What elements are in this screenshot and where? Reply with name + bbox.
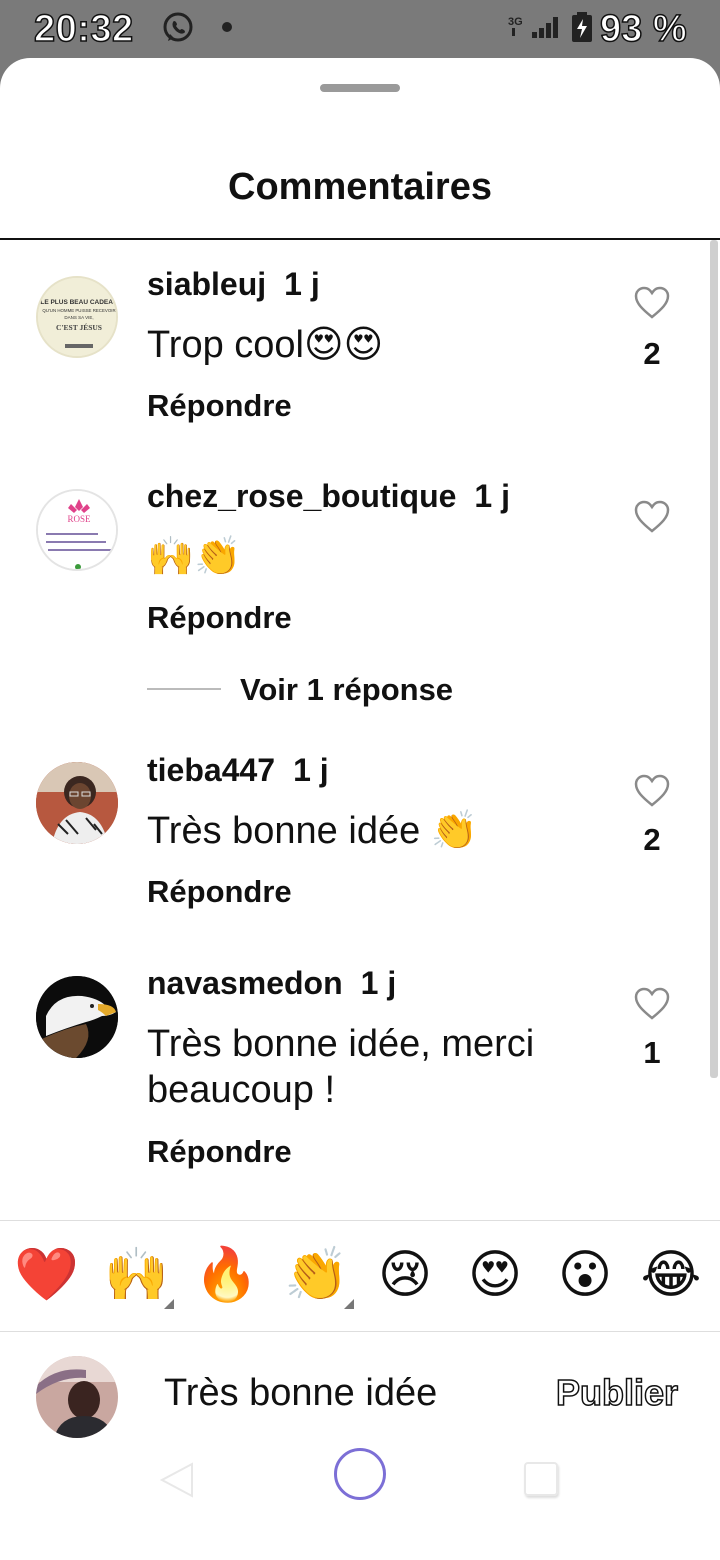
svg-text:ROSE: ROSE — [67, 514, 91, 524]
svg-text:DANS SA VIE,: DANS SA VIE, — [64, 315, 93, 320]
emoji-glyph: 👏 — [284, 1245, 349, 1305]
emoji-heart-eyes[interactable]: 😍 — [464, 1245, 526, 1305]
reply-button[interactable]: Répondre — [147, 1134, 292, 1170]
reply-button[interactable]: Répondre — [147, 874, 292, 910]
battery-percentage: 93 % — [599, 7, 687, 51]
comment-age: 1 j — [474, 478, 510, 514]
comment-age: 1 j — [360, 965, 397, 1001]
emoji-clapping[interactable]: 👏 — [284, 1245, 354, 1309]
comment-username[interactable]: siableuj 1 j — [147, 266, 320, 303]
svg-text:C'EST JÉSUS: C'EST JÉSUS — [56, 322, 102, 332]
reply-button[interactable]: Répondre — [147, 600, 292, 636]
signal-icon: 3G — [508, 16, 558, 38]
like-count: 2 — [643, 822, 661, 857]
avatar[interactable]: ROSE — [36, 489, 118, 571]
heart-icon[interactable] — [634, 987, 670, 1021]
like-count: 1 — [643, 1035, 661, 1070]
avatar-image — [36, 762, 118, 844]
view-replies-button[interactable]: Voir 1 réponse — [240, 672, 453, 708]
like-count: 2 — [643, 336, 661, 371]
emoji-heart[interactable]: ❤️ — [14, 1245, 79, 1305]
comment-composer: Publier — [0, 1332, 720, 1456]
svg-text:LE PLUS BEAU CADEAU: LE PLUS BEAU CADEAU — [40, 299, 118, 306]
emoji-surprised[interactable]: 😮 — [554, 1245, 616, 1305]
avatar-image: ROSE — [38, 491, 116, 569]
skin-tone-indicator — [344, 1299, 354, 1309]
publish-button[interactable]: Publier — [555, 1371, 679, 1414]
comment-username[interactable]: navasmedon 1 j — [147, 965, 396, 1002]
comment-age: 1 j — [284, 266, 320, 302]
skin-tone-indicator — [164, 1299, 174, 1309]
emoji-fire[interactable]: 🔥 — [194, 1245, 259, 1305]
heart-icon[interactable] — [634, 286, 670, 320]
status-time: 20:32 — [33, 7, 134, 51]
avatar[interactable] — [36, 976, 118, 1058]
avatar — [36, 1356, 118, 1438]
comment-text: Très bonne idée, merci beaucoup ! — [147, 1023, 535, 1111]
emoji-laughing[interactable]: 😂 — [640, 1245, 702, 1305]
reply-button[interactable]: Répondre — [147, 388, 292, 424]
home-nav-button[interactable] — [334, 1448, 386, 1500]
avatar[interactable] — [36, 762, 118, 844]
avatar[interactable]: LE PLUS BEAU CADEAU QU'UN HOMME PUISSE R… — [36, 276, 118, 358]
drag-handle[interactable] — [320, 84, 400, 92]
scrollbar[interactable] — [710, 240, 718, 1078]
username-text[interactable]: navasmedon — [147, 965, 343, 1001]
svg-text:QU'UN HOMME PUISSE RECEVOIR: QU'UN HOMME PUISSE RECEVOIR — [42, 308, 115, 313]
emoji-glyph: 🙌 — [104, 1245, 169, 1305]
comments-sheet: Commentaires LE PLUS BEAU CADEAU QU'UN H… — [0, 58, 720, 1560]
username-text[interactable]: siableuj — [147, 266, 266, 302]
emoji-crying[interactable]: 😢 — [374, 1245, 436, 1305]
battery-charging-icon — [572, 12, 592, 42]
quick-reactions-bar: ❤️ 🙌 🔥 👏 😢 😍 😮 😂 — [0, 1220, 720, 1332]
status-bar: 20:32 3G 93 % — [0, 0, 720, 58]
comment-username[interactable]: chez_rose_boutique 1 j — [147, 478, 510, 515]
comment-text: Très bonne idée 👏 — [147, 810, 479, 852]
comment-age: 1 j — [293, 752, 329, 788]
username-text[interactable]: chez_rose_boutique — [147, 478, 456, 514]
comment-text: Trop cool😍😍 — [147, 324, 384, 366]
emoji-raising-hands[interactable]: 🙌 — [104, 1245, 174, 1309]
notification-dot-icon — [222, 22, 232, 32]
avatar-image — [36, 976, 118, 1058]
comment-username[interactable]: tieba447 1 j — [147, 752, 329, 789]
view-replies-divider — [147, 688, 221, 690]
whatsapp-icon — [163, 12, 193, 42]
header-divider — [0, 238, 720, 240]
avatar-image — [36, 1356, 118, 1438]
heart-icon[interactable] — [634, 500, 670, 534]
comment-text: 🙌👏 — [147, 536, 242, 578]
username-text[interactable]: tieba447 — [147, 752, 275, 788]
comment-input[interactable] — [164, 1372, 534, 1415]
recent-apps-button[interactable] — [524, 1462, 558, 1496]
back-nav-icon[interactable] — [160, 1462, 196, 1498]
svg-text:3G: 3G — [508, 16, 523, 28]
avatar-image: LE PLUS BEAU CADEAU QU'UN HOMME PUISSE R… — [38, 278, 118, 356]
page-title: Commentaires — [228, 166, 492, 208]
heart-icon[interactable] — [634, 774, 670, 808]
